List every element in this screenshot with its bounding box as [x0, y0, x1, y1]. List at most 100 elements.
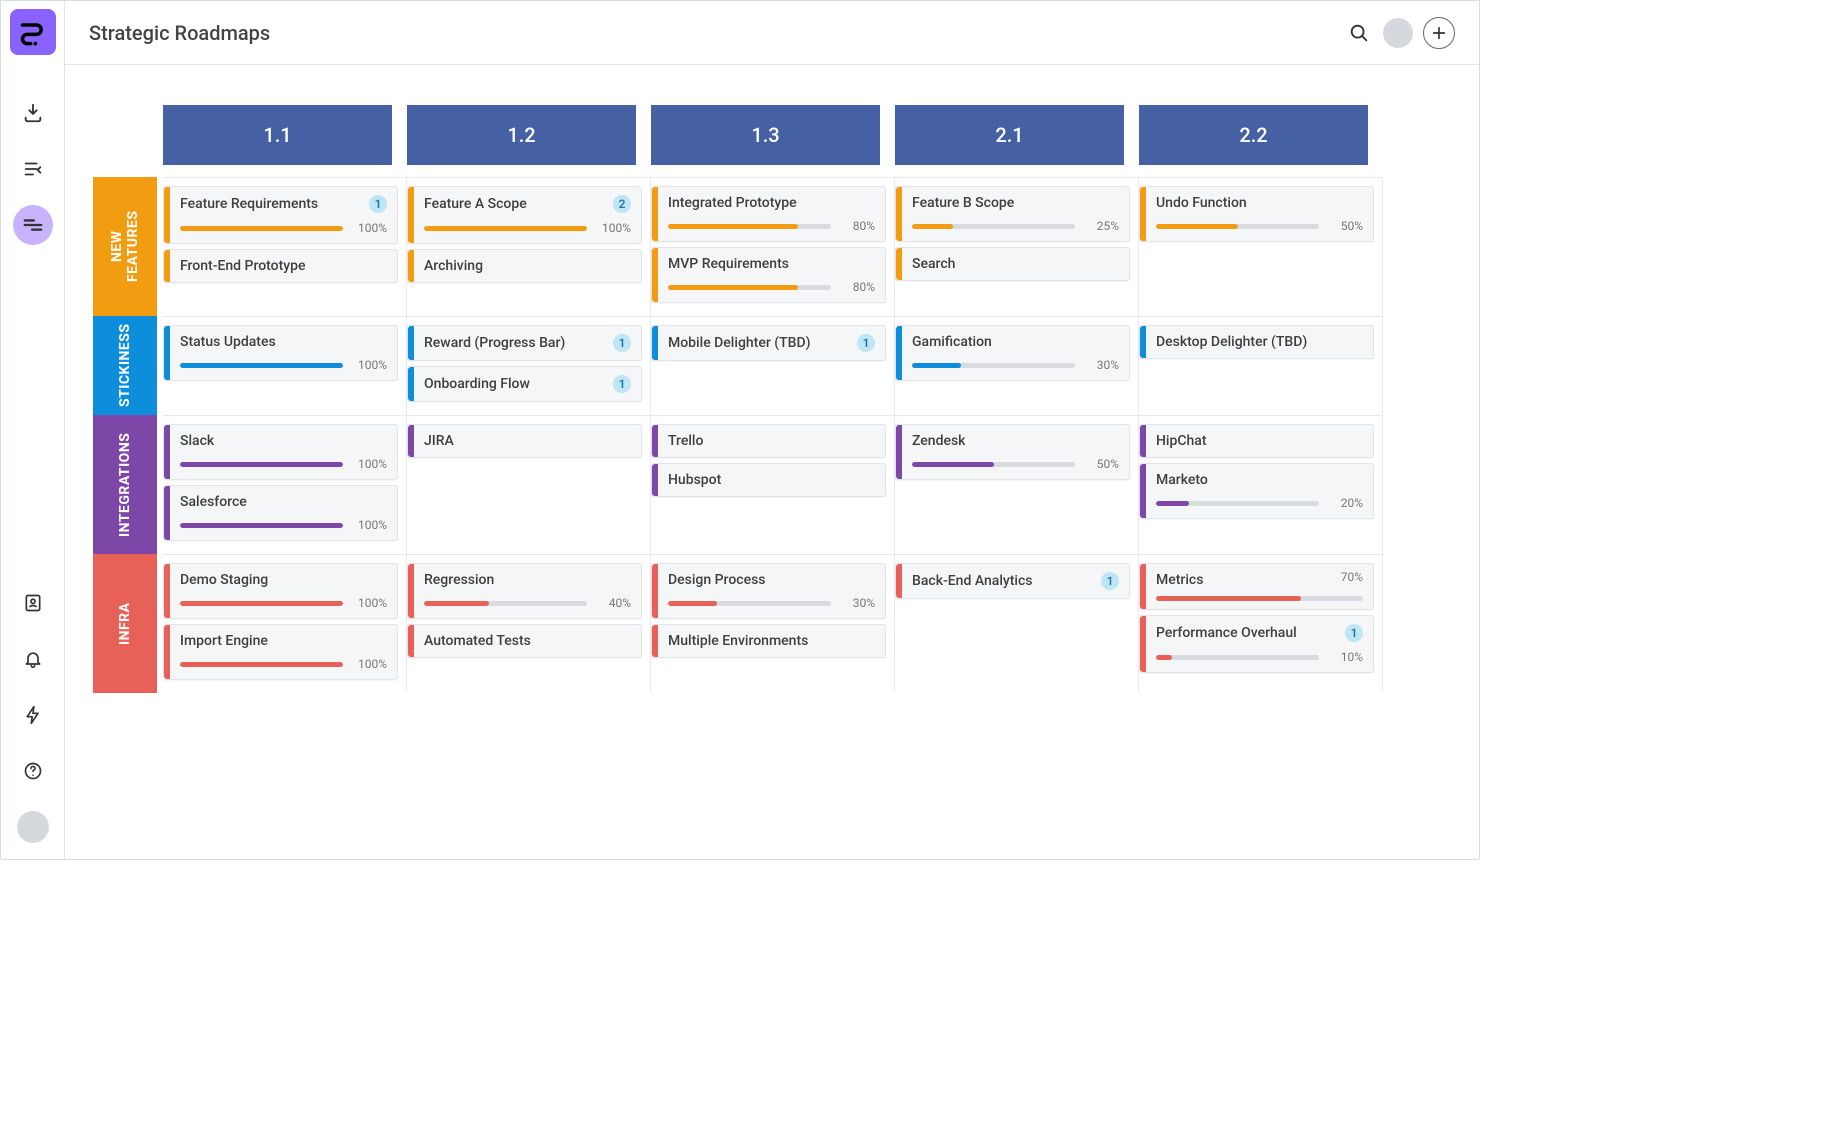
bottom-avatar[interactable]: [17, 811, 49, 843]
nav-list-icon[interactable]: [13, 149, 53, 189]
user-avatar[interactable]: [1383, 18, 1413, 48]
progress-bar: [668, 224, 831, 229]
card-body: Front-End Prototype: [170, 250, 397, 282]
nav-import-icon[interactable]: [13, 93, 53, 133]
card-progress-percent: 100%: [353, 596, 387, 610]
card-title: Import Engine: [180, 633, 268, 649]
roadmap-card[interactable]: Marketo20%: [1139, 463, 1374, 519]
card-badge: 1: [1345, 624, 1363, 642]
nav-timeline-icon[interactable]: [13, 205, 53, 245]
card-title: Multiple Environments: [668, 633, 808, 649]
nav-contacts-icon[interactable]: [13, 583, 53, 623]
card-progress-percent: 30%: [841, 596, 875, 610]
roadmap-card[interactable]: Trello: [651, 424, 886, 458]
card-progress: 25%: [912, 219, 1119, 233]
roadmap-card[interactable]: 70%Metrics: [1139, 563, 1374, 610]
roadmap-card[interactable]: JIRA: [407, 424, 642, 458]
roadmap-card[interactable]: Slack100%: [163, 424, 398, 480]
lane-cell: Reward (Progress Bar)1 Onboarding Flow1: [407, 316, 651, 415]
nav-help-icon[interactable]: [13, 751, 53, 791]
roadmap-card[interactable]: Feature Requirements1100%: [163, 186, 398, 244]
roadmap-card[interactable]: Archiving: [407, 249, 642, 283]
roadmap-card[interactable]: Zendesk50%: [895, 424, 1130, 480]
roadmap-card[interactable]: Desktop Delighter (TBD): [1139, 325, 1374, 359]
column-header[interactable]: 2.1: [895, 105, 1124, 165]
roadmap-card[interactable]: Reward (Progress Bar)1: [407, 325, 642, 361]
progress-fill: [180, 226, 343, 231]
nav-activity-icon[interactable]: [13, 695, 53, 735]
roadmap-card[interactable]: Automated Tests: [407, 624, 642, 658]
app-logo[interactable]: [10, 9, 56, 55]
roadmap-card[interactable]: MVP Requirements80%: [651, 247, 886, 303]
card-body: Metrics: [1146, 564, 1373, 609]
progress-bar: [180, 523, 343, 528]
card-body: MVP Requirements80%: [658, 248, 885, 302]
add-button[interactable]: [1423, 17, 1455, 49]
lane-cell: Trello Hubspot: [651, 415, 895, 554]
card-body: Onboarding Flow1: [414, 367, 641, 401]
progress-fill: [424, 601, 489, 606]
roadmap-card[interactable]: HipChat: [1139, 424, 1374, 458]
card-title: Search: [912, 256, 955, 272]
card-badge: 1: [369, 195, 387, 213]
progress-fill: [668, 224, 798, 229]
progress-bar: [668, 285, 831, 290]
roadmap-card[interactable]: Feature B Scope25%: [895, 186, 1130, 242]
card-progress-percent: 30%: [1085, 358, 1119, 372]
column-header[interactable]: 1.2: [407, 105, 636, 165]
roadmap-card[interactable]: Hubspot: [651, 463, 886, 497]
roadmap-card[interactable]: Feature A Scope2100%: [407, 186, 642, 244]
card-badge: 2: [613, 195, 631, 213]
lane-cell: Feature Requirements1100%Front-End Proto…: [163, 177, 407, 316]
lane-cell: HipChat Marketo20%: [1139, 415, 1383, 554]
column-header[interactable]: 1.3: [651, 105, 880, 165]
roadmap-card[interactable]: Status Updates100%: [163, 325, 398, 381]
roadmap-card[interactable]: Performance Overhaul110%: [1139, 615, 1374, 673]
roadmap-card[interactable]: Back-End Analytics1: [895, 563, 1130, 599]
card-body: Performance Overhaul110%: [1146, 616, 1373, 672]
search-button[interactable]: [1341, 15, 1377, 51]
roadmap-card[interactable]: Integrated Prototype80%: [651, 186, 886, 242]
progress-bar: [1156, 596, 1363, 601]
roadmap-card[interactable]: Design Process30%: [651, 563, 886, 619]
column-header[interactable]: 1.1: [163, 105, 392, 165]
card-progress: 100%: [180, 358, 387, 372]
card-title: Desktop Delighter (TBD): [1156, 334, 1307, 350]
roadmap-card[interactable]: Front-End Prototype: [163, 249, 398, 283]
card-title: Hubspot: [668, 472, 721, 488]
board-scroll[interactable]: 1.11.21.32.12.2NEW FEATURESFeature Requi…: [65, 65, 1479, 859]
column-header[interactable]: 2.2: [1139, 105, 1368, 165]
progress-bar: [1156, 501, 1319, 506]
card-badge: 1: [613, 375, 631, 393]
roadmap-card[interactable]: Multiple Environments: [651, 624, 886, 658]
plus-icon: [1431, 25, 1447, 41]
roadmap-card[interactable]: Onboarding Flow1: [407, 366, 642, 402]
progress-bar: [912, 462, 1075, 467]
card-body: Feature Requirements1100%: [170, 187, 397, 243]
card-progress-percent: 80%: [841, 280, 875, 294]
roadmap-card[interactable]: Import Engine100%: [163, 624, 398, 680]
card-progress: 20%: [1156, 496, 1363, 510]
card-progress: 100%: [180, 221, 387, 235]
roadmap-card[interactable]: Regression40%: [407, 563, 642, 619]
progress-fill: [912, 224, 953, 229]
nav-notifications-icon[interactable]: [13, 639, 53, 679]
lane-cell: Undo Function50%: [1139, 177, 1383, 316]
progress-bar: [424, 226, 587, 231]
lane-cell: Feature B Scope25% Search: [895, 177, 1139, 316]
card-title: Front-End Prototype: [180, 258, 306, 274]
progress-fill: [668, 601, 717, 606]
progress-fill: [1156, 655, 1172, 660]
lane-cell: Zendesk50%: [895, 415, 1139, 554]
card-body: Archiving: [414, 250, 641, 282]
card-title: Zendesk: [912, 433, 965, 449]
roadmap-card[interactable]: Search: [895, 247, 1130, 281]
progress-fill: [1156, 596, 1301, 601]
roadmap-card[interactable]: Gamification30%: [895, 325, 1130, 381]
roadmap-card[interactable]: Mobile Delighter (TBD)1: [651, 325, 886, 361]
roadmap-card[interactable]: Demo Staging100%: [163, 563, 398, 619]
lane-integrations: INTEGRATIONS: [93, 415, 163, 554]
lane-cell: JIRA: [407, 415, 651, 554]
roadmap-card[interactable]: Salesforce100%: [163, 485, 398, 541]
roadmap-card[interactable]: Undo Function50%: [1139, 186, 1374, 242]
